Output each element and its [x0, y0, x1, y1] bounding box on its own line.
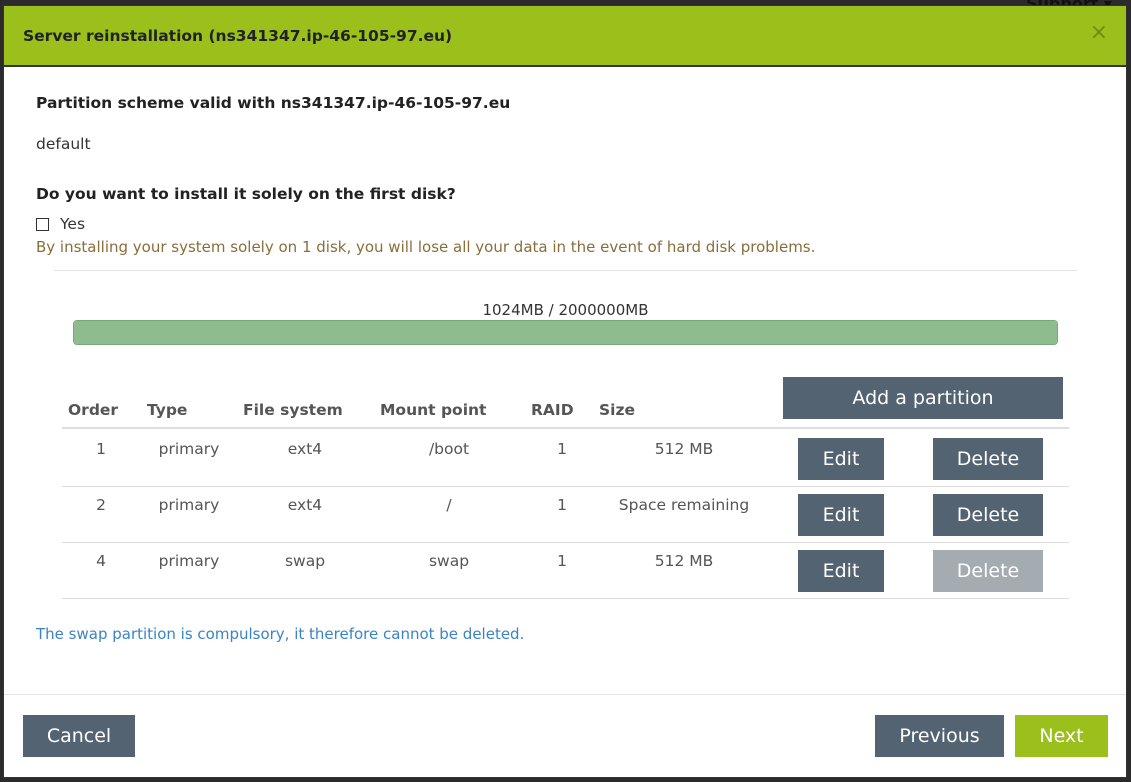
table-row: 4 primary swap swap 1 512 MB Edit Delete	[62, 542, 1069, 599]
cell-size: Space remaining	[618, 496, 750, 514]
table-row: 2 primary ext4 / 1 Space remaining Edit …	[62, 486, 1069, 543]
cell-raid: 1	[557, 496, 567, 514]
modal-body: Partition scheme valid with ns341347.ip-…	[4, 67, 1126, 694]
header-order: Order	[68, 401, 119, 419]
table-header: Order Type File system Mount point RAID …	[62, 397, 1069, 429]
header-size: Size	[599, 401, 636, 419]
edit-partition-button[interactable]: Edit	[798, 494, 884, 536]
delete-partition-button[interactable]: Delete	[933, 494, 1043, 536]
swap-info-text: The swap partition is compulsory, it the…	[36, 625, 525, 643]
cell-type: primary	[158, 552, 220, 570]
cell-mount-point: /	[446, 496, 452, 514]
first-disk-checkbox[interactable]	[36, 217, 49, 231]
first-disk-checkbox-label[interactable]: Yes	[60, 215, 85, 233]
header-file-system: File system	[243, 401, 343, 419]
cell-order: 2	[96, 496, 106, 514]
previous-button[interactable]: Previous	[875, 715, 1004, 757]
delete-partition-button-disabled: Delete	[933, 550, 1043, 592]
modal-footer: Cancel Previous Next	[4, 694, 1126, 778]
table-row: 1 primary ext4 /boot 1 512 MB Edit Delet…	[62, 430, 1069, 487]
cell-order: 4	[96, 552, 106, 570]
cell-file-system: ext4	[287, 496, 323, 514]
cell-type: primary	[158, 440, 220, 458]
reinstall-modal: Server reinstallation (ns341347.ip-46-10…	[3, 5, 1127, 778]
cell-raid: 1	[557, 552, 567, 570]
cell-file-system: ext4	[287, 440, 323, 458]
cell-raid: 1	[557, 440, 567, 458]
first-disk-question: Do you want to install it solely on the …	[36, 185, 456, 203]
disk-usage-text: 1024MB / 2000000MB	[482, 301, 649, 319]
header-mount-point: Mount point	[380, 401, 487, 419]
cell-order: 1	[96, 440, 106, 458]
cell-mount-point: /boot	[428, 440, 470, 458]
scheme-heading: Partition scheme valid with ns341347.ip-…	[36, 94, 511, 112]
disk-usage-bar	[73, 320, 1058, 345]
modal-title: Server reinstallation (ns341347.ip-46-10…	[23, 27, 453, 45]
disk-usage-fill	[74, 321, 1057, 344]
cell-file-system: swap	[284, 552, 326, 570]
first-disk-option[interactable]: Yes	[36, 215, 85, 233]
edit-partition-button[interactable]: Edit	[798, 550, 884, 592]
single-disk-warning: By installing your system solely on 1 di…	[36, 238, 816, 256]
cell-type: primary	[158, 496, 220, 514]
edit-partition-button[interactable]: Edit	[798, 438, 884, 480]
cell-size: 512 MB	[654, 552, 714, 570]
cell-mount-point: swap	[428, 552, 470, 570]
cell-size: 512 MB	[654, 440, 714, 458]
delete-partition-button[interactable]: Delete	[933, 438, 1043, 480]
header-raid: RAID	[531, 401, 574, 419]
close-icon[interactable]: ×	[1090, 22, 1108, 44]
header-type: Type	[147, 401, 188, 419]
next-button[interactable]: Next	[1015, 715, 1108, 757]
cancel-button[interactable]: Cancel	[23, 715, 135, 757]
modal-header: Server reinstallation (ns341347.ip-46-10…	[4, 6, 1126, 67]
section-divider	[54, 270, 1077, 271]
scheme-value: default	[36, 135, 91, 153]
